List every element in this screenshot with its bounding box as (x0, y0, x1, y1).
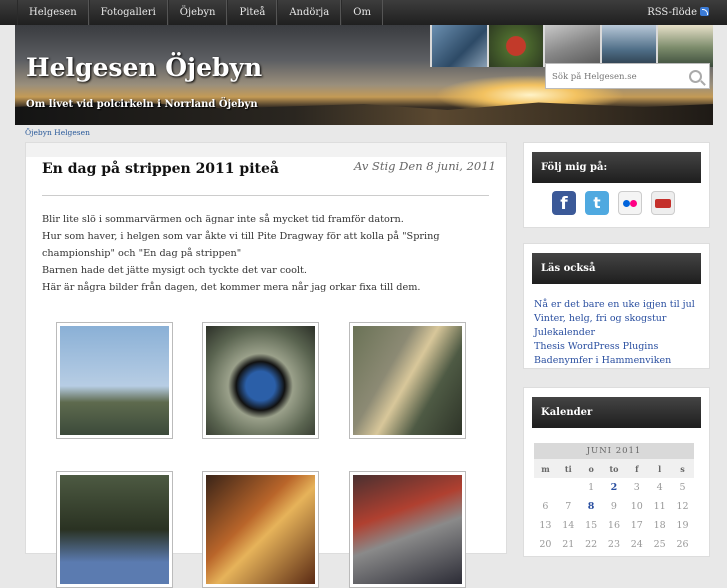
post-paragraph: Barnen hade det jätte mysigt och tyckte … (42, 265, 308, 276)
follow-widget: Följ mig på: f t (523, 142, 710, 228)
calendar-title: Kalender (532, 397, 701, 428)
read-also-link[interactable]: Nå er det bare en uke igjen til jul (534, 298, 695, 312)
calendar-week: 123 4 5 (534, 478, 694, 497)
calendar-day: 15 (585, 520, 598, 531)
calendar-day: 10 (630, 501, 643, 512)
post-content: Blir lite slö i sommarvärmen och ägnar i… (42, 211, 497, 296)
photo-thumbnail[interactable] (349, 322, 466, 439)
header-photo-strip (430, 25, 713, 67)
nav-menu: Helgesen Fotogalleri Öjebyn Piteå Andörj… (17, 0, 383, 25)
nav-item-pitea[interactable]: Piteå (227, 0, 278, 25)
calendar-day[interactable]: 2 (603, 478, 626, 497)
divider (42, 195, 489, 196)
read-also-link[interactable]: Julekalender (534, 326, 695, 340)
calendar-day[interactable]: 8 (580, 497, 603, 516)
calendar-day: 17 (630, 520, 643, 531)
twitter-icon[interactable]: t (585, 191, 609, 215)
read-also-title: Läs också (532, 253, 701, 284)
calendar-week: 13 14 15 16 17 18 19 (534, 516, 694, 535)
nav-item-om[interactable]: Om (341, 0, 383, 25)
youtube-icon[interactable] (651, 191, 675, 215)
photo-thumbnail[interactable] (56, 471, 173, 588)
calendar-day: 6 (542, 501, 549, 512)
post-paragraph: Här är några bilder från dagen, det komm… (42, 282, 421, 293)
header-photo (599, 25, 657, 67)
post-top-bar (26, 143, 506, 157)
sidebar: Följ mig på: f t Läs också Nå er det bar… (523, 142, 710, 557)
calendar-weekday: s (671, 459, 694, 478)
site-title[interactable]: Helgesen Öjebyn (26, 53, 262, 82)
calendar-month: JUNI 2011 (534, 443, 694, 459)
read-also-link[interactable]: Thesis WordPress Plugins (534, 340, 695, 354)
calendar-table: JUNI 2011 m ti o to f l s 1 2 3 4 5 6 7 8 9 10 11 12 13 14 1… (534, 443, 694, 554)
rss-link[interactable]: RSS-flöde (647, 0, 709, 25)
calendar-day (557, 478, 580, 497)
calendar-day: 1 (588, 482, 595, 493)
calendar-day: 14 (562, 520, 575, 531)
header-photo (486, 25, 544, 67)
header-photo (430, 25, 487, 67)
calendar-day: 18 (653, 520, 666, 531)
calendar-weekday: ti (556, 459, 580, 478)
calendar-weekday: l (648, 459, 672, 478)
calendar-week: 6 7 8 9 10 11 12 (534, 497, 694, 516)
breadcrumb[interactable]: Öjebyn Helgesen (25, 128, 90, 137)
flickr-icon[interactable] (618, 191, 642, 215)
calendar-day: 5 (679, 482, 686, 493)
post-paragraph: Blir lite slö i sommarvärmen och ägnar i… (42, 214, 404, 225)
photo-thumbnail[interactable] (349, 471, 466, 588)
calendar-day: 19 (676, 520, 689, 531)
post-paragraph: Hur som haver, i helgen som var åkte vi … (42, 231, 440, 259)
nav-item-helgesen[interactable]: Helgesen (17, 0, 89, 25)
rss-label: RSS-flöde (647, 7, 697, 18)
post-container: En dag på strippen 2011 piteå Av Stig De… (25, 142, 507, 588)
search-input[interactable] (546, 65, 693, 89)
calendar-weekday: o (579, 459, 603, 478)
calendar-widget: Kalender JUNI 2011 m ti o to f l s 1 2 3 4 5 6 7 8 9 10… (523, 387, 710, 557)
top-nav-bar: Helgesen Fotogalleri Öjebyn Piteå Andörj… (0, 0, 727, 25)
calendar-weekday: to (602, 459, 626, 478)
calendar-day: 16 (607, 520, 620, 531)
calendar-day (534, 478, 557, 497)
calendar-day: 9 (610, 501, 617, 512)
header-banner: Helgesen Öjebyn Om livet vid polcirkeln … (15, 25, 713, 125)
photo-thumbnail[interactable] (56, 322, 173, 439)
header-photo (543, 25, 600, 67)
calendar-day: 12 (676, 501, 689, 512)
calendar-day: 11 (653, 501, 666, 512)
calendar-weekday: f (625, 459, 649, 478)
search-icon[interactable] (689, 70, 702, 83)
nav-item-andorja[interactable]: Andörja (277, 0, 342, 25)
nav-item-ojebyn[interactable]: Öjebyn (167, 0, 228, 25)
read-also-link[interactable]: Badenymfer i Hammenviken (534, 354, 695, 368)
post-byline: Av Stig Den 8 juni, 2011 (354, 159, 496, 173)
read-also-link[interactable]: Vinter, helg, fri og skogstur (534, 312, 695, 326)
calendar-day: 13 (539, 520, 552, 531)
calendar-day: 3 (633, 482, 640, 493)
photo-thumbnail[interactable] (202, 471, 319, 588)
calendar-day: 7 (565, 501, 572, 512)
header-photo (656, 25, 713, 67)
post-title[interactable]: En dag på strippen 2011 piteå (42, 161, 279, 177)
rss-icon (700, 7, 709, 16)
facebook-icon[interactable]: f (552, 191, 576, 215)
calendar-weekday: m (534, 459, 557, 478)
read-also-list: Nå er det bare en uke igjen til jul Vint… (534, 298, 695, 368)
photo-thumbnail[interactable] (202, 322, 319, 439)
nav-item-fotogalleri[interactable]: Fotogalleri (88, 0, 168, 25)
calendar-day: 4 (656, 482, 663, 493)
follow-title: Följ mig på: (532, 152, 701, 183)
read-also-widget: Läs också Nå er det bare en uke igjen ti… (523, 243, 710, 369)
site-tagline: Om livet vid polcirkeln i Norrland Öjeby… (26, 99, 258, 110)
search-box (545, 63, 710, 89)
